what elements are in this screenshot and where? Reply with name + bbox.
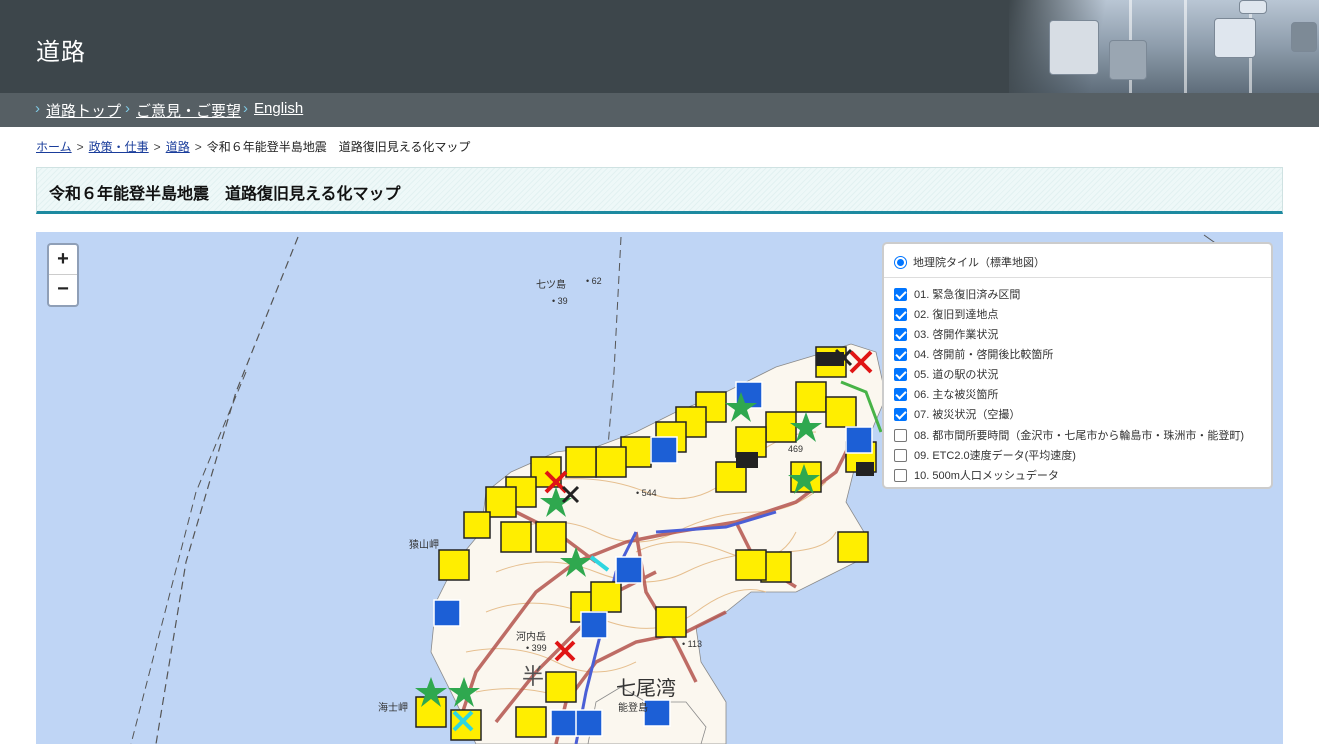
map-label-nanaowan: 七尾湾: [616, 678, 676, 700]
map-label-elevation: • 113: [682, 639, 703, 649]
chevron-right-icon: ›: [35, 100, 40, 117]
zoom-control: + −: [47, 243, 79, 307]
nav-link-english[interactable]: English: [254, 100, 303, 117]
overlay-option-03[interactable]: 03. 啓開作業状況: [894, 326, 998, 342]
nav-link-feedback[interactable]: ご意見・ご要望: [136, 100, 241, 121]
radio-button[interactable]: [894, 255, 907, 269]
overlay-option-02[interactable]: 02. 復旧到達地点: [894, 306, 998, 322]
breadcrumb-separator: >: [76, 140, 84, 154]
layer-control-panel: 地理院タイル（標準地図） 01. 緊急復旧済み区間 02. 復旧到達地点 03.…: [882, 242, 1273, 489]
chevron-right-icon: ›: [125, 100, 130, 117]
overlay-label: 03. 啓開作業状況: [914, 329, 999, 341]
breadcrumb-policy[interactable]: 政策・仕事: [89, 140, 149, 154]
page-title: 令和６年能登半島地震 道路復旧見える化マップ: [49, 186, 401, 203]
chevron-right-icon: ›: [243, 100, 248, 117]
map-label-elev113: 113: [687, 639, 703, 649]
checkbox[interactable]: [894, 307, 907, 321]
overlay-option-09[interactable]: 09. ETC2.0速度データ(平均速度): [894, 447, 1076, 463]
overlay-label: 06. 主な被災箇所: [914, 389, 999, 401]
checkbox[interactable]: [894, 448, 907, 462]
checkbox[interactable]: [894, 347, 907, 361]
overlay-label: 10. 500m人口メッシュデータ: [914, 470, 1059, 482]
overlay-option-04[interactable]: 04. 啓開前・啓開後比較箇所: [894, 346, 1053, 362]
overlay-label: 04. 啓開前・啓開後比較箇所: [914, 349, 1054, 361]
overlay-label: 01. 緊急復旧済み区間: [914, 289, 1021, 301]
map-label-elev399: 399: [531, 643, 547, 653]
breadcrumb-home[interactable]: ホーム: [36, 140, 72, 154]
overlay-option-10[interactable]: 10. 500m人口メッシュデータ: [894, 467, 1059, 483]
overlay-option-01[interactable]: 01. 緊急復旧済み区間: [894, 286, 1020, 302]
header-highway-photo: [1009, 0, 1319, 93]
zoom-out-button[interactable]: −: [49, 275, 77, 305]
map-label-hanto: 半: [522, 664, 545, 689]
base-layer-option[interactable]: 地理院タイル（標準地図）: [894, 254, 1045, 270]
base-layer-label: 地理院タイル（標準地図）: [913, 257, 1045, 269]
nav-link-road-top[interactable]: 道路トップ: [46, 100, 121, 121]
map-view[interactable]: 七ツ島 • 62 • 39 • 544 469 猿山岬 河内岳 • 399 • …: [36, 232, 1283, 744]
breadcrumb-separator: >: [153, 140, 161, 154]
overlay-label: 05. 道の駅の状況: [914, 369, 999, 381]
map-label-elevation: • 399: [526, 643, 547, 653]
map-label-nanatsujima: 七ツ島: [536, 280, 566, 291]
site-title: 道路: [36, 39, 86, 66]
overlay-option-05[interactable]: 05. 道の駅の状況: [894, 366, 998, 382]
checkbox[interactable]: [894, 468, 907, 482]
sea-boundary-line: [155, 236, 299, 744]
zoom-in-button[interactable]: +: [49, 245, 77, 275]
map-label-notojima: 能登島: [618, 703, 648, 714]
breadcrumb-separator: >: [194, 140, 202, 154]
map-label-elevation: • 62: [586, 276, 602, 286]
site-header: 道路: [0, 0, 1319, 93]
global-nav: › 道路トップ › ご意見・ご要望 › English: [0, 93, 1319, 127]
checkbox[interactable]: [894, 407, 907, 421]
map-label-elev469: 469: [788, 444, 804, 454]
sea-boundary-line: [130, 371, 247, 744]
checkbox[interactable]: [894, 367, 907, 381]
page-title-box: 令和６年能登半島地震 道路復旧見える化マップ: [36, 167, 1283, 214]
checkbox[interactable]: [894, 428, 907, 442]
breadcrumb-road[interactable]: 道路: [166, 140, 190, 154]
layer-divider: [884, 277, 1271, 278]
map-label-elev39: 39: [557, 296, 568, 306]
map-label-elevation: • 39: [552, 296, 568, 306]
overlay-option-06[interactable]: 06. 主な被災箇所: [894, 386, 998, 402]
checkbox[interactable]: [894, 327, 907, 341]
overlay-option-07[interactable]: 07. 被災状況（空撮）: [894, 406, 1020, 422]
map-label-elev62: 62: [591, 276, 602, 286]
breadcrumb: ホーム > 政策・仕事 > 道路 > 令和６年能登半島地震 道路復旧見える化マップ: [36, 138, 470, 155]
overlay-option-08[interactable]: 08. 都市間所要時間（金沢市・七尾市から輪島市・珠洲市・能登町): [894, 427, 1244, 443]
map-label-sarumayama: 猿山岬: [409, 540, 439, 551]
map-label-elev544: 544: [641, 488, 657, 498]
checkbox[interactable]: [894, 287, 907, 301]
map-label-elevation: • 544: [636, 488, 657, 498]
breadcrumb-current: 令和６年能登半島地震 道路復旧見える化マップ: [206, 140, 471, 154]
overlay-label: 08. 都市間所要時間（金沢市・七尾市から輪島市・珠洲市・能登町): [914, 430, 1245, 442]
overlay-label: 02. 復旧到達地点: [914, 309, 999, 321]
overlay-label: 07. 被災状況（空撮）: [914, 409, 1021, 421]
overlay-label: 09. ETC2.0速度データ(平均速度): [914, 450, 1076, 462]
map-label-kochidake: 河内岳: [516, 632, 546, 643]
map-label-amamisaki: 海士岬: [378, 703, 408, 714]
sea-boundary-line: [605, 236, 622, 473]
checkbox[interactable]: [894, 387, 907, 401]
